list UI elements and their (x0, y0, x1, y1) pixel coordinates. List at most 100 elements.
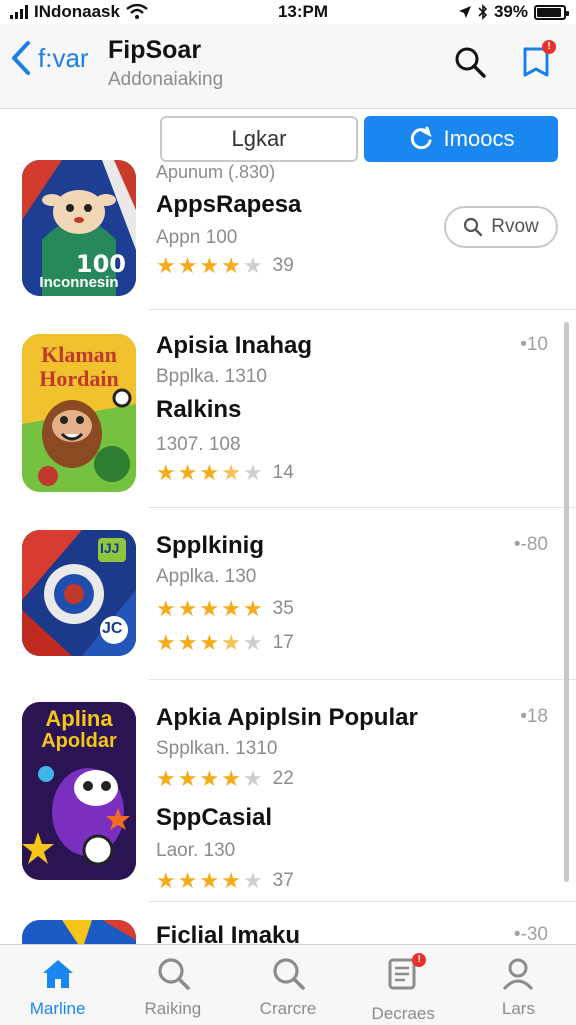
app-subtitle: Applka. 130 (156, 566, 257, 587)
star-icon: ★ (221, 460, 241, 485)
app-icon (22, 920, 136, 944)
location-icon (458, 6, 471, 18)
tab-decraes[interactable]: ! Decraes (346, 945, 461, 1025)
star-icon: ★ (242, 253, 263, 278)
profile-icon (503, 958, 534, 991)
battery-icon (534, 4, 569, 20)
app-metric: •-80 (513, 534, 548, 555)
star-rating: ★ ★ ★ ★ ★ 39 (156, 255, 301, 277)
metric-value: 18 (526, 706, 548, 727)
tab-raiking[interactable]: Raiking (115, 945, 230, 1025)
notifications-button[interactable]: ! (516, 40, 556, 82)
tab-label: Decraes (371, 1004, 435, 1023)
app-info: Ficlial Imaku (156, 922, 300, 944)
star-icon: ★ (221, 630, 241, 655)
rating-count: 35 (272, 598, 294, 619)
app-title-secondary: Ralkins (156, 396, 242, 423)
view-button[interactable]: Rvow (444, 206, 558, 248)
app-icon: IJJ JC (22, 530, 136, 656)
list-item[interactable]: Aplina Apoldar Apkia Apiplsin Popular Sp… (0, 680, 576, 902)
signal-icon (10, 5, 28, 19)
star-icon: ★ (221, 868, 241, 893)
view-button-label: Rvow (491, 216, 539, 237)
app-icon-caption: Apoldar (41, 730, 117, 752)
app-metric: •-30 (513, 924, 548, 944)
star-icon: ★ (156, 460, 176, 485)
star-icon: ★ (242, 868, 263, 893)
chevron-left-icon (12, 41, 30, 75)
app-icon-text: Aplina (45, 706, 113, 731)
app-subtitle: Spplkan. 1310 (156, 738, 278, 759)
scrollbar[interactable] (564, 322, 569, 882)
segment-imoocs[interactable]: Imoocs (364, 116, 558, 162)
app-icon-caption: Hordain (39, 366, 119, 391)
star-icon: ★ (177, 596, 198, 621)
app-icon-caption: JC (102, 620, 123, 637)
rating-count: 22 (272, 768, 294, 789)
star-rating: ★ ★ ★ ★ ★ 14 (156, 462, 312, 484)
list-item[interactable]: IJJ JC Spplkinig Applka. 130 ★ ★ ★ ★ ★ 35 ★ ★… (0, 508, 576, 680)
tab-crarcre[interactable]: Crarcre (230, 945, 345, 1025)
tab-label: Raiking (144, 999, 202, 1018)
page-subtitle: Addonaiaking (108, 69, 224, 90)
segment-lgkar[interactable]: Lgkar (160, 116, 358, 162)
page-title: FipSoar (108, 36, 202, 64)
app-icon: Klaman Hordain (22, 334, 136, 492)
star-icon: ★ (199, 596, 220, 621)
star-icon: ★ (199, 868, 220, 893)
app-metric: •18 (520, 706, 548, 727)
star-icon: ★ (177, 630, 198, 655)
bluetooth-icon (478, 4, 488, 20)
status-time: 13:PM (277, 2, 329, 21)
search-icon (455, 47, 486, 78)
search-button[interactable] (450, 42, 490, 82)
navigation-bar: f:var FipSoar Addonaiaking ! (0, 24, 576, 109)
app-info: Spplkinig Applka. 130 ★ ★ ★ ★ ★ 35 ★ ★ ★ ★ ★ 17 (156, 532, 294, 654)
search-icon (273, 958, 305, 990)
app-subtitle-secondary: 1307. 108 (156, 434, 241, 455)
star-rating: ★ ★ ★ ★ ★ 22 (156, 768, 418, 790)
tab-bar: Marline Raiking Crarcre ! Decraes Lars (0, 944, 576, 1025)
star-icon: ★ (156, 596, 176, 621)
star-icon: ★ (177, 868, 198, 893)
star-icon: ★ (242, 596, 263, 621)
app-icon-art (22, 920, 136, 944)
app-title-secondary: SppCasial (156, 804, 273, 831)
list-item[interactable]: 100 Inconnesin Apunum (.830) AppsRapesa … (0, 160, 576, 310)
tab-label: Lars (501, 999, 535, 1018)
tab-label: Crarcre (259, 999, 317, 1018)
segmented-control: Lgkar Imoocs (160, 116, 558, 162)
segment-label: Imoocs (443, 126, 515, 151)
star-icon: ★ (242, 766, 263, 791)
app-icon: Aplina Apoldar (22, 702, 136, 880)
star-icon: ★ (199, 253, 220, 278)
app-info: Apunum (.830) AppsRapesa Appn 100 ★ ★ ★ ★ ★ … (156, 162, 302, 277)
star-icon: ★ (242, 630, 263, 655)
star-icon: ★ (156, 253, 176, 278)
nav-titles: FipSoar Addonaiaking (108, 36, 223, 91)
rating-count: 14 (272, 462, 294, 483)
home-icon (42, 960, 73, 988)
tab-marline[interactable]: Marline (0, 945, 115, 1025)
back-button[interactable]: f:var (10, 40, 89, 76)
app-title: Apisia Inahag (156, 332, 313, 359)
app-subtitle-secondary: Laor. 130 (156, 840, 236, 861)
carrier-label: INdonaask (34, 2, 120, 21)
app-icon-text: IJJ (100, 540, 120, 556)
app-icon-caption: Inconnesin (39, 274, 119, 291)
list-item[interactable]: Klaman Hordain Apisia Inahag Bpplka. 131… (0, 310, 576, 508)
star-icon: ★ (156, 630, 176, 655)
app-title: AppsRapesa (156, 191, 302, 218)
star-icon: ★ (156, 766, 176, 791)
list-item[interactable]: Ficlial Imaku •-30 (0, 902, 576, 944)
star-icon: ★ (177, 460, 198, 485)
back-label: f:var (38, 42, 89, 73)
metric-value: 80 (526, 534, 548, 555)
rating-count: 39 (272, 255, 294, 276)
status-right: 39% (458, 2, 569, 22)
status-left: INdonaask (10, 2, 148, 22)
tab-lars[interactable]: Lars (461, 945, 576, 1025)
star-icon: ★ (242, 460, 263, 485)
rating-count-secondary: 37 (272, 870, 294, 891)
search-icon (158, 958, 190, 990)
